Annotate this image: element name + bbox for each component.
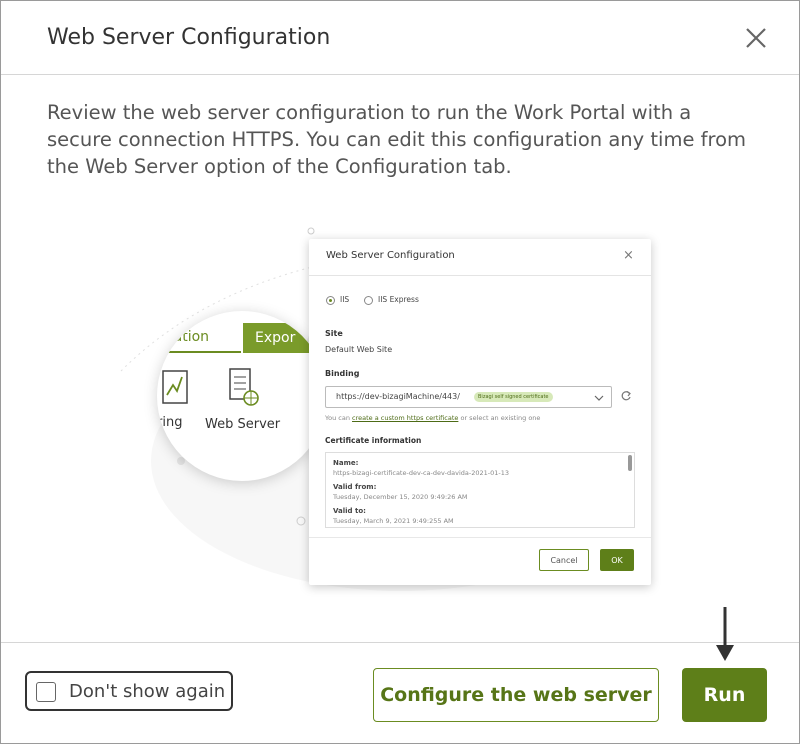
close-icon[interactable] <box>741 23 771 53</box>
certificate-info-box: Name: https-bizagi-certificate-dev-ca-de… <box>325 452 635 528</box>
radio-iis-label: IIS <box>340 295 350 304</box>
radio-iis-express <box>364 296 373 305</box>
checkbox-label[interactable]: Don't show again <box>69 681 225 702</box>
chevron-down-icon <box>594 395 604 401</box>
cert-name-label: Name: <box>333 459 359 467</box>
dialog-header: Web Server Configuration <box>1 1 799 75</box>
web-server-label: Web Server <box>205 417 281 432</box>
valid-to-label: Valid to: <box>333 507 366 515</box>
web-server-icon <box>229 368 259 406</box>
mini-divider <box>309 537 651 538</box>
valid-to-value: Tuesday, March 9, 2021 9:49:255 AM <box>333 517 454 525</box>
dialog-title: Web Server Configuration <box>47 25 331 50</box>
cert-name-value: https-bizagi-certificate-dev-ca-dev-davi… <box>333 469 510 477</box>
valid-from-value: Tuesday, December 15, 2020 9:49:26 AM <box>333 493 468 501</box>
web-server-configuration-dialog: Web Server Configuration Review the web … <box>0 0 800 744</box>
certificate-badge: Bizagi self signed certificate <box>474 392 553 402</box>
hint-prefix: You can <box>325 414 350 422</box>
mini-dialog-title: Web Server Configuration <box>326 250 455 261</box>
run-button[interactable]: Run <box>682 668 767 722</box>
binding-value: https://dev-bizagiMachine/443/ <box>336 392 460 401</box>
tab-configuration: uration <box>157 323 241 353</box>
binding-select: https://dev-bizagiMachine/443/ Bizagi se… <box>325 386 612 408</box>
zoom-lens: uration Expor ring Web Server <box>157 311 327 481</box>
dialog-description: Review the web server configuration to r… <box>47 101 747 178</box>
mini-dialog: Web Server Configuration × IIS IIS Expre… <box>309 239 651 585</box>
mini-close-icon: × <box>623 248 634 263</box>
certificate-hint: You can create a custom https certificat… <box>325 414 540 422</box>
monitoring-label: ring <box>157 415 183 430</box>
create-certificate-link: create a custom https certificate <box>352 414 459 422</box>
site-label: Site <box>325 329 343 338</box>
dont-show-again-checkbox[interactable]: Don't show again <box>25 671 233 711</box>
mini-cancel-button: Cancel <box>539 549 589 571</box>
binding-label: Binding <box>325 369 360 378</box>
configuration-illustration: uration Expor ring Web Server Web Server… <box>101 211 701 591</box>
mini-dialog-header: Web Server Configuration × <box>309 239 651 276</box>
valid-from-label: Valid from: <box>333 483 377 491</box>
arrow-down-icon <box>716 607 734 661</box>
radio-iis <box>326 296 335 305</box>
footer-divider <box>1 642 799 643</box>
checkbox-box[interactable] <box>36 682 56 702</box>
certificate-info-label: Certificate information <box>325 436 422 445</box>
hint-suffix: or select an existing one <box>460 414 541 422</box>
cert-scrollbar <box>628 455 632 471</box>
configure-web-server-button[interactable]: Configure the web server <box>373 668 659 722</box>
radio-iis-express-label: IIS Express <box>378 295 419 304</box>
mini-ok-button: OK <box>600 549 634 571</box>
site-value: Default Web Site <box>325 345 393 354</box>
refresh-icon <box>621 391 631 401</box>
monitoring-icon <box>162 370 188 404</box>
